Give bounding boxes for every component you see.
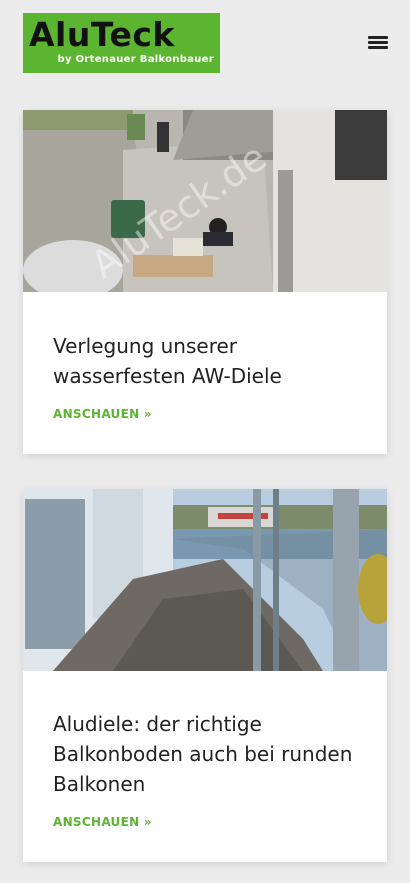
post-title[interactable]: Aludiele: der richtige Balkonboden auch …: [53, 709, 363, 799]
logo-tagline: by Ortenauer Balkonbauer: [57, 54, 214, 65]
post-card: Aludiele: der richtige Balkonboden auch …: [23, 489, 387, 862]
site-header: AluTeck by Ortenauer Balkonbauer: [0, 0, 410, 90]
post-card: AluTeck.de Verlegung unserer wasserfeste…: [23, 110, 387, 454]
post-thumbnail[interactable]: AluTeck.de: [23, 110, 387, 292]
read-more-link[interactable]: ANSCHAUEN »: [53, 407, 152, 421]
read-more-link[interactable]: ANSCHAUEN »: [53, 815, 152, 829]
hamburger-menu-icon[interactable]: [368, 34, 388, 52]
site-logo[interactable]: AluTeck by Ortenauer Balkonbauer: [23, 13, 220, 73]
post-title[interactable]: Verlegung unserer wasserfesten AW-Diele: [53, 331, 363, 391]
post-thumbnail[interactable]: [23, 489, 387, 671]
logo-main-text: AluTeck: [29, 15, 175, 54]
